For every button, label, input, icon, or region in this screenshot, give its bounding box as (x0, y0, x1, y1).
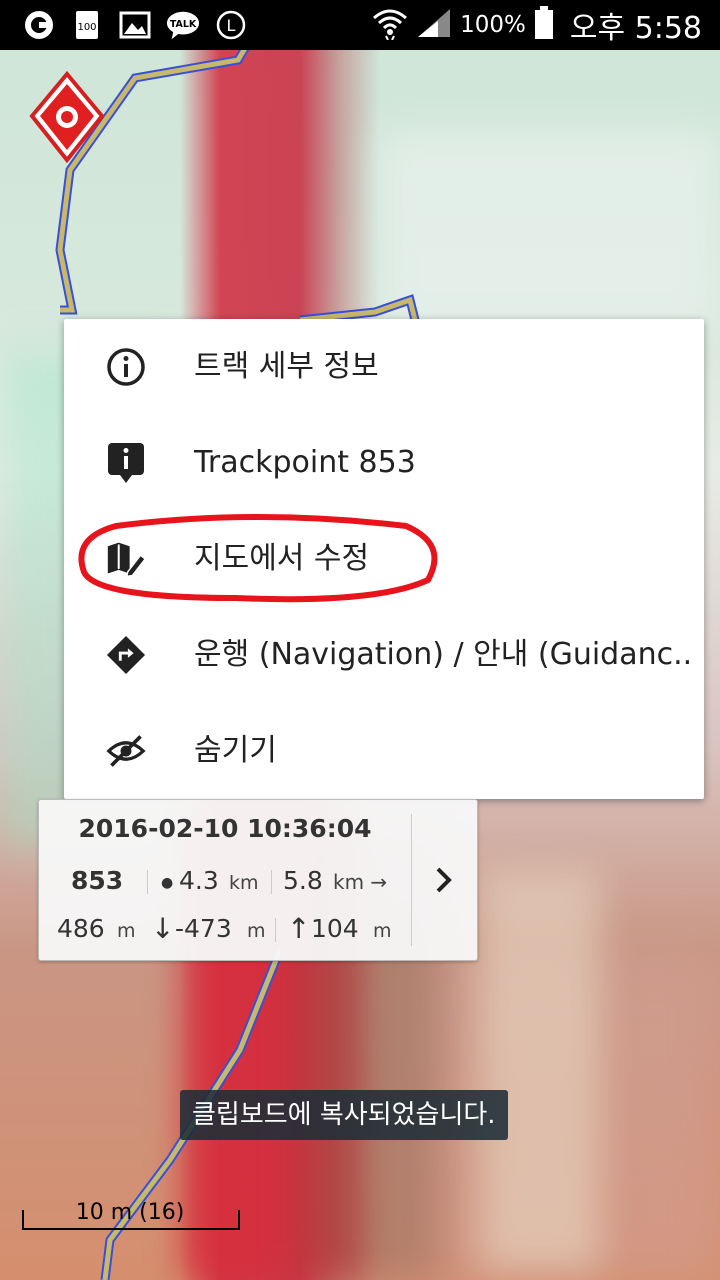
battery-percent: 100% (460, 12, 526, 38)
menu-item-edit-on-map[interactable]: 지도에서 수정 (64, 511, 704, 607)
menu-item-navigation[interactable]: 운행 (Navigation) / 안내 (Guidanc.. (64, 607, 704, 703)
ascent-value: 104 (311, 914, 359, 943)
menu-item-hide[interactable]: 숨기기 (64, 703, 704, 799)
menu-item-trackpoint[interactable]: Trackpoint 853 (64, 415, 704, 511)
ascent-arrow-icon: ↑ (287, 912, 311, 945)
descent-unit: m (247, 920, 266, 942)
trackpoint-info-panel[interactable]: 2016-02-10 10:36:04 853 ● 4.3 km 5.8 km … (38, 799, 478, 961)
distance-unit: km (229, 872, 259, 894)
toast-message: 클립보드에 복사되었습니다. (180, 1090, 508, 1140)
svg-text:L: L (227, 16, 236, 35)
hide-eye-icon (106, 731, 146, 771)
descent-value: -473 (175, 914, 232, 943)
info-marker-icon (106, 443, 146, 483)
distance-remaining-unit: km → (333, 870, 388, 894)
separator (271, 870, 272, 894)
separator (275, 918, 276, 942)
clock: 오후 5:58 (569, 11, 702, 46)
menu-item-track-details[interactable]: 트랙 세부 정보 (64, 319, 704, 415)
map-scale-bar: 10 m (16) (22, 1198, 240, 1234)
bullet-icon: ● (161, 875, 174, 891)
info-circle-icon (106, 347, 146, 387)
altitude-value: 486 (57, 914, 105, 943)
menu-item-label: 숨기기 (194, 733, 277, 768)
trackpoint-number: 853 (71, 866, 124, 895)
l-circle-icon: L (214, 10, 248, 40)
status-bar: 100 TALK L 100% 오후 5:58 (0, 0, 720, 50)
context-menu: 트랙 세부 정보 Trackpoint 853 지도에서 수정 운행 (Navi… (64, 319, 704, 799)
scale-tick (22, 1210, 24, 1230)
location-marker-icon[interactable] (28, 70, 106, 166)
distance-remaining-value: 5.8 (283, 866, 323, 895)
descent-arrow-icon: ↓ (151, 912, 175, 945)
talk-icon: TALK (166, 10, 200, 40)
image-icon (118, 10, 152, 40)
navigation-diamond-icon (106, 635, 146, 675)
trackpoint-datetime: 2016-02-10 10:36:04 (78, 814, 372, 843)
battery-icon (534, 6, 554, 44)
scale-tick (238, 1210, 240, 1230)
scale-label: 10 m (16) (75, 1200, 185, 1225)
signal-icon (416, 7, 452, 43)
svg-text:TALK: TALK (170, 19, 197, 30)
g-app-icon (22, 10, 56, 40)
menu-item-label: 운행 (Navigation) / 안내 (Guidanc.. (194, 637, 693, 672)
altitude-unit: m (117, 920, 136, 942)
distance-value: 4.3 (179, 866, 219, 895)
svg-text:100: 100 (77, 22, 96, 33)
scale-line (22, 1228, 238, 1230)
edit-map-icon (106, 539, 146, 579)
menu-item-label: 지도에서 수정 (194, 541, 370, 576)
chevron-right-icon[interactable] (412, 800, 476, 960)
100-badge-icon: 100 (70, 10, 104, 40)
ascent-unit: m (373, 920, 392, 942)
separator (147, 870, 148, 894)
wifi-icon (372, 6, 408, 44)
menu-item-label: 트랙 세부 정보 (194, 349, 379, 384)
menu-item-label: Trackpoint 853 (194, 445, 416, 480)
